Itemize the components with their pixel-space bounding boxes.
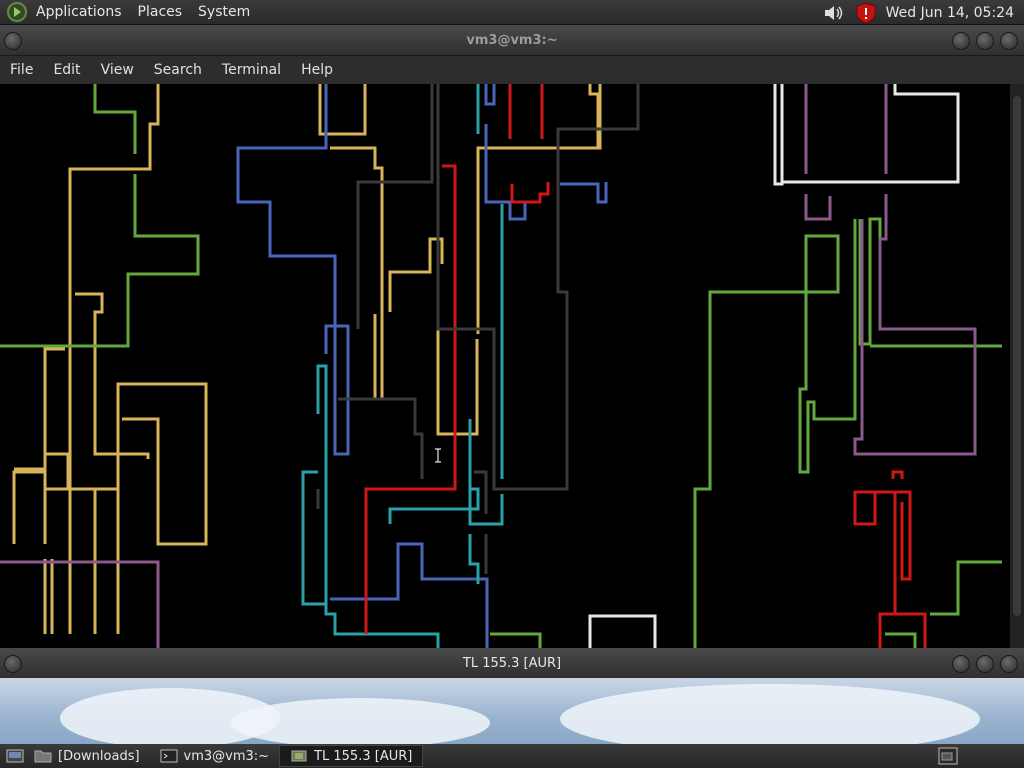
top-panel: Applications Places System Wed Jun 14, 0… — [0, 0, 1024, 25]
cloud — [560, 684, 980, 744]
places-menu[interactable]: Places — [130, 4, 191, 20]
taskbar-item-label: TL 155.3 [AUR] — [314, 748, 413, 764]
system-menu[interactable]: System — [190, 4, 258, 20]
taskbar-item-terminal[interactable]: vm3@vm3:~ — [150, 745, 280, 767]
shield-update-icon[interactable] — [856, 1, 876, 24]
scrollbar-thumb[interactable] — [1013, 96, 1021, 616]
tl-titlebar[interactable]: TL 155.3 [AUR] — [0, 648, 1024, 678]
taskbar-item-label: [Downloads] — [58, 748, 140, 764]
taskbar-item-downloads[interactable]: [Downloads] — [24, 745, 150, 767]
panel-tray: Wed Jun 14, 05:24 — [822, 0, 1014, 25]
terminal-menubar: File Edit View Search Terminal Help — [0, 56, 1024, 84]
minimize-button[interactable] — [952, 32, 970, 50]
tl-close-button[interactable] — [1000, 655, 1018, 673]
tl-sky-view[interactable] — [0, 678, 1024, 744]
clock[interactable]: Wed Jun 14, 05:24 — [886, 5, 1014, 21]
tl-maximize-button[interactable] — [976, 655, 994, 673]
menu-file[interactable]: File — [0, 62, 43, 78]
tl-window-title: TL 155.3 [AUR] — [462, 655, 562, 671]
menu-terminal[interactable]: Terminal — [212, 62, 291, 78]
terminal-scrollbar[interactable] — [1010, 84, 1024, 648]
window-menu-button[interactable] — [4, 32, 22, 50]
speaker-icon[interactable] — [822, 3, 846, 23]
terminal-content-pipes[interactable] — [0, 84, 1010, 648]
menu-search[interactable]: Search — [144, 62, 212, 78]
maximize-button[interactable] — [976, 32, 994, 50]
terminal-window: vm3@vm3:~ File Edit View Search Terminal… — [0, 25, 1024, 648]
tl-window-menu-button[interactable] — [4, 655, 22, 673]
tl-minimize-button[interactable] — [952, 655, 970, 673]
menu-edit[interactable]: Edit — [43, 62, 90, 78]
workspace-switcher-icon[interactable] — [938, 747, 958, 765]
applications-menu[interactable]: Applications — [28, 4, 130, 20]
distro-logo-icon[interactable] — [6, 1, 28, 23]
menu-view[interactable]: View — [91, 62, 144, 78]
terminal-icon — [160, 749, 178, 763]
app-icon — [291, 750, 307, 762]
terminal-titlebar[interactable]: vm3@vm3:~ — [0, 25, 1024, 56]
show-desktop-icon[interactable] — [6, 748, 24, 764]
cloud — [230, 698, 490, 744]
taskbar-item-tl[interactable]: TL 155.3 [AUR] — [279, 745, 424, 767]
terminal-title: vm3@vm3:~ — [466, 32, 558, 48]
taskbar-item-label: vm3@vm3:~ — [183, 748, 270, 764]
bottom-panel: [Downloads] vm3@vm3:~ TL 155.3 [AUR] — [0, 744, 1024, 768]
text-cursor-icon — [435, 448, 441, 463]
close-button[interactable] — [1000, 32, 1018, 50]
folder-icon — [34, 750, 52, 763]
tl-window: TL 155.3 [AUR] — [0, 648, 1024, 744]
menu-help[interactable]: Help — [291, 62, 343, 78]
